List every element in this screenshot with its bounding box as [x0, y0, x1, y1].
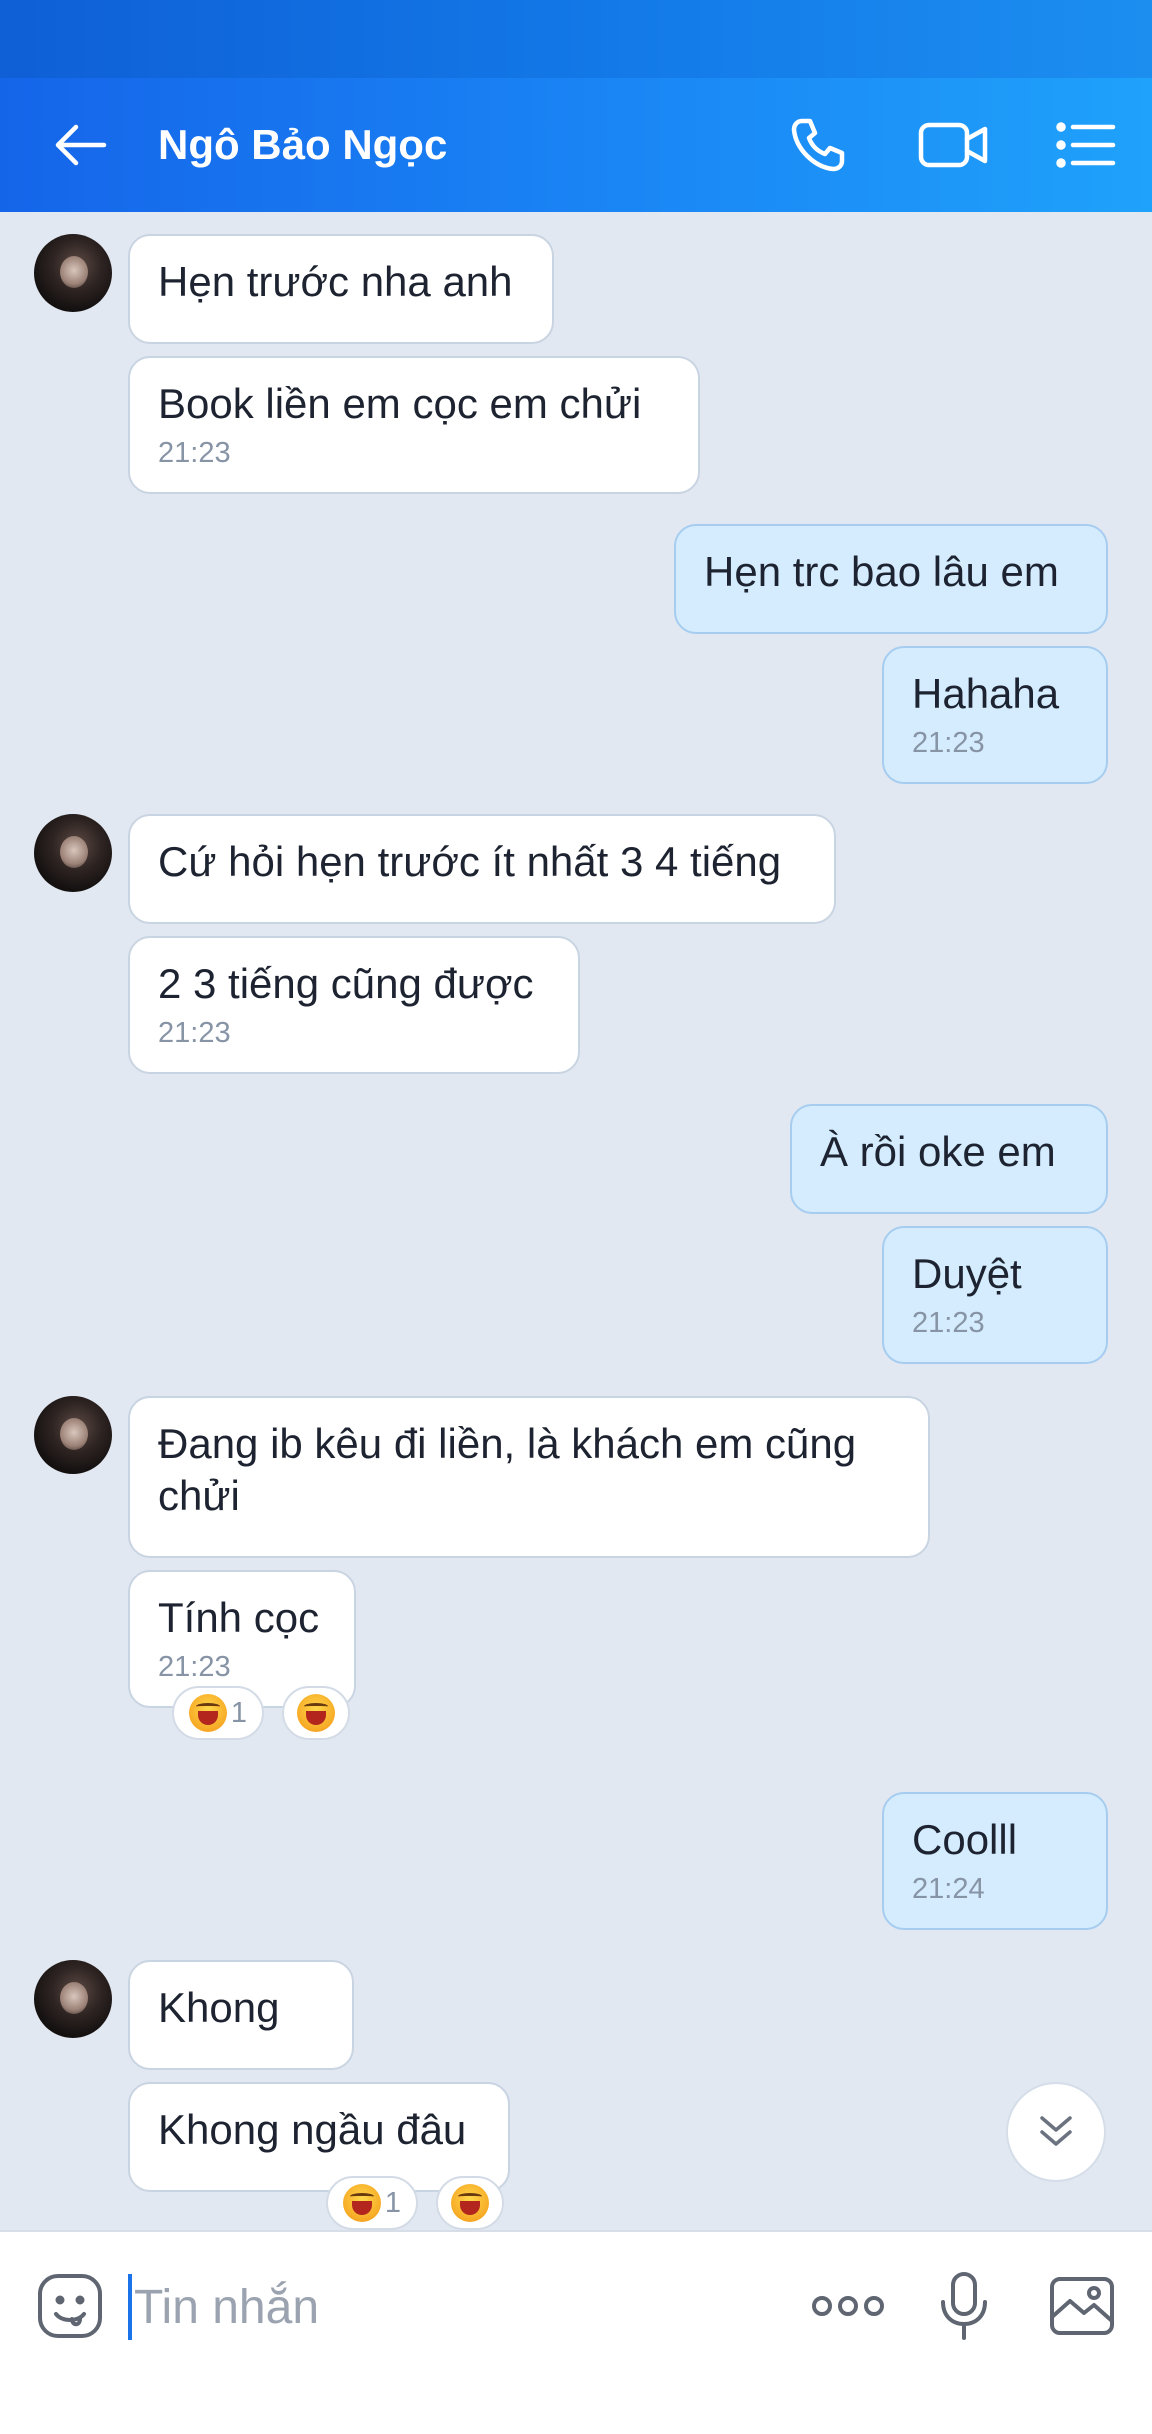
message-text: Duyệt [912, 1250, 1022, 1297]
message-bubble-outgoing[interactable]: À rồi oke em [790, 1104, 1108, 1214]
avatar[interactable] [34, 234, 112, 312]
laughing-face-emoji [188, 1694, 227, 1732]
message-bubble-incoming[interactable]: Book liền em cọc em chửi 21:23 [128, 356, 700, 494]
send-image-button[interactable] [1042, 2266, 1122, 2346]
back-button[interactable] [40, 78, 120, 212]
message-text: Khong [158, 1984, 280, 2031]
message-time: 21:23 [912, 727, 985, 759]
double-chevron-down-icon [1040, 2116, 1072, 2146]
message-bubble-outgoing[interactable]: Hẹn trc bao lâu em [674, 524, 1108, 634]
message-list[interactable]: Hẹn trước nha anh Book liền em cọc em ch… [0, 212, 1152, 2230]
text-cursor [128, 2274, 132, 2340]
message-time: 21:23 [158, 1017, 231, 1049]
sticker-button[interactable] [30, 2266, 110, 2346]
chat-header: Ngô Bảo Ngọc [0, 78, 1152, 212]
video-call-button[interactable] [908, 78, 998, 212]
message-text: Book liền em cọc em chửi [158, 380, 642, 427]
message-bubble-outgoing[interactable]: Duyệt 21:23 [882, 1226, 1108, 1364]
message-bubble-outgoing[interactable]: Coolll 21:24 [882, 1792, 1108, 1930]
reaction-summary[interactable]: 1 [326, 2176, 418, 2230]
composer-bar [0, 2230, 1152, 2434]
message-text: 2 3 tiếng cũng được [158, 960, 534, 1007]
message-bubble-incoming[interactable]: Đang ib kêu đi liền, là khách em cũng ch… [128, 1396, 930, 1558]
message-text: Cứ hỏi hẹn trước ít nhất 3 4 tiếng [158, 838, 782, 885]
message-bubble-incoming[interactable]: Khong ngầu đâu [128, 2082, 510, 2192]
add-reaction-button[interactable] [282, 1686, 350, 1740]
reaction-summary[interactable]: 1 [172, 1686, 264, 1740]
video-camera-icon [918, 122, 988, 168]
message-bubble-incoming[interactable]: 2 3 tiếng cũng được 21:23 [128, 936, 580, 1074]
status-bar [0, 0, 1152, 78]
microphone-icon [941, 2272, 987, 2340]
message-text: Tính cọc [158, 1594, 320, 1641]
message-bubble-incoming[interactable]: Cứ hỏi hẹn trước ít nhất 3 4 tiếng [128, 814, 836, 924]
message-bubble-incoming[interactable]: Khong [128, 1960, 354, 2070]
image-gallery-icon [1050, 2277, 1114, 2335]
reaction-count: 1 [230, 1696, 248, 1729]
message-input[interactable] [134, 2266, 774, 2348]
more-dots-icon [812, 2296, 884, 2316]
message-text: Đang ib kêu đi liền, là khách em cũng ch… [158, 1420, 857, 1519]
arrow-left-icon [55, 124, 107, 166]
message-text: Hẹn trc bao lâu em [704, 548, 1059, 595]
avatar[interactable] [34, 1396, 112, 1474]
avatar[interactable] [34, 1960, 112, 2038]
voice-record-button[interactable] [924, 2266, 1004, 2346]
chat-options-button[interactable] [1044, 78, 1128, 212]
message-text: Coolll [912, 1816, 1018, 1863]
contact-name[interactable]: Ngô Bảo Ngọc [158, 78, 447, 212]
scroll-to-bottom-button[interactable] [1006, 2082, 1106, 2182]
laughing-face-emoji [297, 1694, 335, 1732]
message-time: 21:23 [912, 1307, 985, 1339]
message-time: 21:23 [158, 437, 231, 469]
list-menu-icon [1056, 122, 1116, 168]
phone-icon [791, 118, 845, 172]
message-text: À rồi oke em [820, 1128, 1056, 1175]
message-text: Hahaha [912, 670, 1060, 717]
sticker-face-icon [38, 2274, 102, 2338]
message-text: Khong ngầu đâu [158, 2106, 467, 2153]
more-options-button[interactable] [806, 2266, 890, 2346]
message-time: 21:24 [912, 1873, 985, 1905]
message-time: 21:23 [158, 1651, 231, 1683]
add-reaction-button[interactable] [436, 2176, 504, 2230]
message-text: Hẹn trước nha anh [158, 258, 513, 305]
reaction-count: 1 [384, 2186, 402, 2219]
avatar[interactable] [34, 814, 112, 892]
message-bubble-incoming[interactable]: Hẹn trước nha anh [128, 234, 554, 344]
laughing-face-emoji [451, 2184, 489, 2222]
voice-call-button[interactable] [776, 78, 860, 212]
laughing-face-emoji [342, 2184, 381, 2222]
message-bubble-outgoing[interactable]: Hahaha 21:23 [882, 646, 1108, 784]
